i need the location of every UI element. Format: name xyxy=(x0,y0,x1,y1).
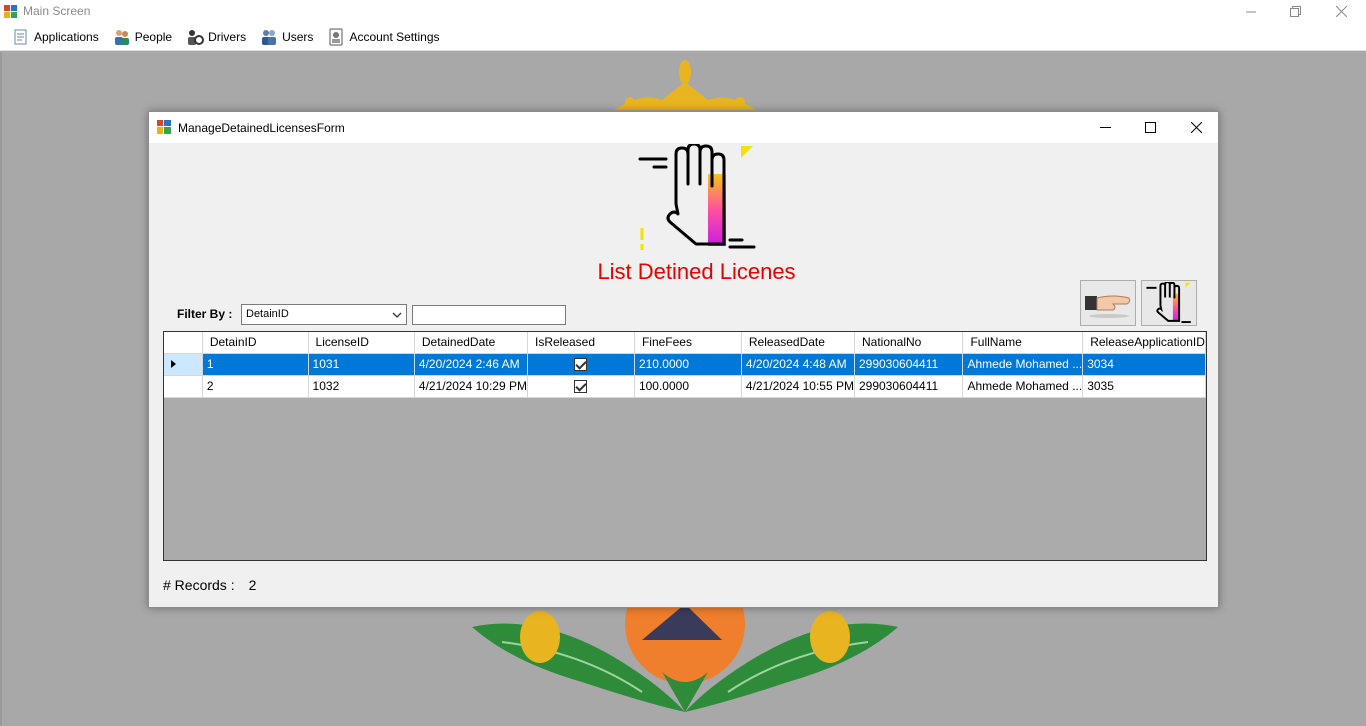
col-header-finefees[interactable]: FineFees xyxy=(634,332,742,354)
cell-isreleased[interactable] xyxy=(527,353,635,376)
col-header-fullname[interactable]: FullName xyxy=(962,332,1084,354)
checkbox-checked[interactable] xyxy=(574,380,588,394)
cell-finefees[interactable]: 100.0000 xyxy=(634,375,742,398)
menu-people-label: People xyxy=(134,29,173,44)
col-header-nationalno[interactable]: NationalNo xyxy=(854,332,964,354)
detained-licenses-grid[interactable]: DetainID LicenseID DetainedDate IsReleas… xyxy=(163,331,1207,561)
cell-licenseid[interactable]: 1032 xyxy=(308,375,415,398)
table-row[interactable]: 1 1031 4/20/2024 2:46 AM 210.0000 4/20/2… xyxy=(164,353,1206,376)
people-icon xyxy=(114,29,129,45)
cell-fullname[interactable]: Ahmede Mohamed ... xyxy=(962,375,1084,398)
cell-detainid[interactable]: 2 xyxy=(202,375,309,398)
users-icon xyxy=(262,29,277,45)
restore-button[interactable] xyxy=(1272,0,1318,23)
menu-account-settings-label: Account Settings xyxy=(349,29,440,44)
maximize-icon xyxy=(1144,122,1156,133)
current-row-arrow-icon xyxy=(171,360,176,368)
form-close-button[interactable] xyxy=(1173,112,1219,143)
form-minimize-button[interactable] xyxy=(1082,112,1128,143)
menu-account-settings[interactable]: Account Settings xyxy=(323,25,445,49)
page-heading: List Detined Licenes xyxy=(597,259,796,284)
row-header[interactable] xyxy=(164,353,203,376)
col-header-detainid[interactable]: DetainID xyxy=(202,332,309,354)
menu-people[interactable]: People xyxy=(109,25,178,49)
manage-detained-licenses-form: ManageDetainedLicensesForm List Detined … xyxy=(148,111,1219,608)
col-header-isreleased[interactable]: IsReleased xyxy=(527,332,635,354)
cell-isreleased[interactable] xyxy=(527,375,635,398)
cell-licenseid[interactable]: 1031 xyxy=(308,353,415,376)
cell-detaineddate[interactable]: 4/20/2024 2:46 AM xyxy=(414,353,528,376)
menu-applications-label: Applications xyxy=(34,29,99,44)
cell-detainid[interactable]: 1 xyxy=(202,353,309,376)
grid-header-row: DetainID LicenseID DetainedDate IsReleas… xyxy=(164,332,1206,354)
release-hand-icon xyxy=(1085,295,1131,318)
menu-bar: Applications People Drivers Users Accoun… xyxy=(0,23,1366,51)
drivers-icon xyxy=(188,29,205,45)
close-button[interactable] xyxy=(1318,0,1364,23)
cell-nationalno[interactable]: 299030604411 xyxy=(854,353,964,376)
cell-finefees[interactable]: 210.0000 xyxy=(634,353,742,376)
menu-users-label: Users xyxy=(282,29,314,44)
form-maximize-button[interactable] xyxy=(1127,112,1173,143)
col-header-releaseddate[interactable]: ReleasedDate xyxy=(741,332,855,354)
close-icon xyxy=(1190,122,1202,133)
filter-label: Filter By : xyxy=(177,307,233,321)
cell-releaseapplicationid[interactable]: 3034 xyxy=(1082,353,1206,376)
cell-releaseapplicationid[interactable]: 3035 xyxy=(1082,375,1206,398)
checkbox-checked[interactable] xyxy=(574,358,588,372)
app-icon xyxy=(4,5,17,18)
cell-nationalno[interactable]: 299030604411 xyxy=(854,375,964,398)
form-title-bar: ManageDetainedLicensesForm xyxy=(149,112,1218,143)
stop-hand-small-icon xyxy=(1146,282,1191,324)
row-header-corner xyxy=(164,332,203,354)
filter-value-input[interactable] xyxy=(412,305,566,325)
cell-releaseddate[interactable]: 4/21/2024 10:55 PM xyxy=(741,375,855,398)
col-header-licenseid[interactable]: LicenseID xyxy=(308,332,415,354)
col-header-detaineddate[interactable]: DetainedDate xyxy=(414,332,528,354)
filter-by-dropdown[interactable]: DetainID xyxy=(241,304,407,325)
col-header-releaseapplicationid[interactable]: ReleaseApplicationID xyxy=(1082,332,1206,354)
menu-drivers[interactable]: Drivers xyxy=(182,25,252,49)
cell-detaineddate[interactable]: 4/21/2024 10:29 PM xyxy=(414,375,528,398)
release-license-button[interactable] xyxy=(1080,280,1136,326)
close-icon xyxy=(1335,6,1347,17)
account-settings-icon xyxy=(329,28,343,45)
detain-license-button[interactable] xyxy=(1141,280,1197,326)
menu-drivers-label: Drivers xyxy=(208,29,247,44)
menu-applications[interactable]: Applications xyxy=(8,25,105,49)
document-icon xyxy=(14,29,27,44)
minimize-button[interactable] xyxy=(1228,0,1274,23)
stop-hand-icon xyxy=(638,144,756,250)
main-window-title: Main Screen xyxy=(23,4,91,18)
filter-by-selected: DetainID xyxy=(246,308,289,320)
restore-icon xyxy=(1289,6,1301,17)
minimize-icon xyxy=(1099,127,1111,128)
cell-releaseddate[interactable]: 4/20/2024 4:48 AM xyxy=(741,353,855,376)
table-row[interactable]: 2 1032 4/21/2024 10:29 PM 100.0000 4/21/… xyxy=(164,375,1206,398)
form-app-icon xyxy=(157,120,171,134)
main-title-bar: Main Screen xyxy=(0,0,1366,23)
form-title: ManageDetainedLicensesForm xyxy=(178,121,345,135)
cell-fullname[interactable]: Ahmede Mohamed ... xyxy=(962,353,1084,376)
records-count: 2 xyxy=(248,577,257,593)
records-label: # Records : xyxy=(163,577,235,593)
records-summary: # Records : 2 xyxy=(163,577,256,593)
menu-users[interactable]: Users xyxy=(256,25,319,49)
row-header[interactable] xyxy=(164,375,203,398)
minimize-icon xyxy=(1246,11,1256,12)
chevron-down-icon xyxy=(392,312,402,318)
